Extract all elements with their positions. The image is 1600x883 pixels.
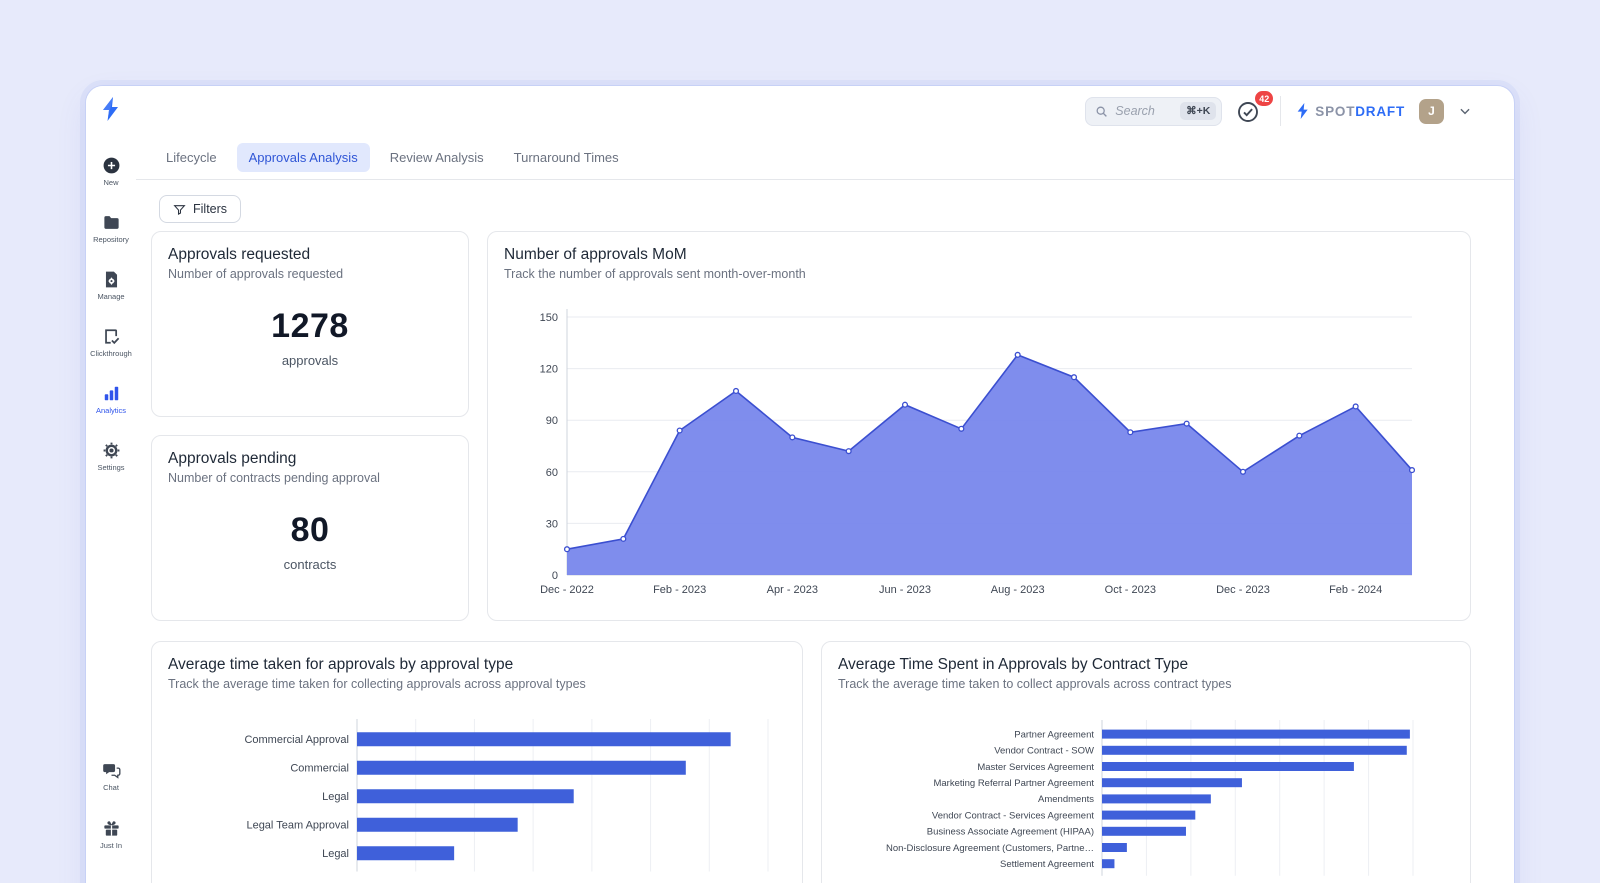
svg-text:Legal: Legal	[322, 791, 349, 803]
sidebar-item-repository[interactable]: Repository	[86, 213, 136, 244]
sidebar-item-settings[interactable]: Settings	[86, 441, 136, 472]
svg-text:Apr - 2023: Apr - 2023	[767, 584, 818, 596]
svg-text:Legal: Legal	[322, 848, 349, 860]
card-subtitle: Track the average time taken to collect …	[838, 677, 1454, 691]
sidebar-item-label: Clickthrough	[86, 349, 136, 358]
svg-text:Oct - 2023: Oct - 2023	[1105, 584, 1156, 596]
card-subtitle: Number of approvals requested	[168, 267, 452, 281]
sidebar-item-analytics[interactable]: Analytics	[86, 384, 136, 415]
svg-text:Commercial: Commercial	[290, 763, 349, 775]
analytics-tabs: Lifecycle Approvals Analysis Review Anal…	[136, 136, 1514, 180]
svg-text:Legal Team Approval: Legal Team Approval	[246, 820, 349, 832]
filters-button[interactable]: Filters	[159, 195, 241, 223]
user-avatar[interactable]: J	[1419, 99, 1444, 124]
sidebar-item-manage[interactable]: Manage	[86, 270, 136, 301]
svg-text:Commercial Approval: Commercial Approval	[244, 734, 349, 746]
approvals-notifications-button[interactable]: 42	[1236, 96, 1266, 126]
svg-text:90: 90	[546, 415, 558, 427]
sidebar-item-label: Chat	[86, 783, 136, 792]
gear-icon	[86, 441, 136, 460]
stat-unit: approvals	[168, 353, 452, 368]
svg-text:Business Associate Agreement (: Business Associate Agreement (HIPAA)	[927, 827, 1094, 838]
card-subtitle: Track the average time taken for collect…	[168, 677, 786, 691]
spotdraft-brand[interactable]: SPOTDRAFT	[1295, 101, 1405, 121]
sidebar-item-new[interactable]: New	[86, 156, 136, 187]
card-title: Average time taken for approvals by appr…	[168, 656, 786, 674]
svg-text:Vendor Contract - SOW: Vendor Contract - SOW	[994, 746, 1094, 757]
sidebar-item-label: Repository	[86, 235, 136, 244]
svg-text:Feb - 2024: Feb - 2024	[1329, 584, 1382, 596]
tab-review-analysis[interactable]: Review Analysis	[380, 143, 494, 172]
svg-text:Settlement Agreement: Settlement Agreement	[1000, 859, 1094, 870]
card-title: Approvals requested	[168, 246, 452, 264]
plus-circle-icon	[86, 156, 136, 175]
contract-type-card: Average Time Spent in Approvals by Contr…	[821, 641, 1471, 883]
contract-type-bar-chart: Partner Agreement Vendor Contract - SOW Ma…	[838, 701, 1456, 883]
card-subtitle: Number of contracts pending approval	[168, 471, 452, 485]
approvals-requested-card: Approvals requested Number of approvals …	[151, 231, 469, 417]
sidebar-item-label: Analytics	[86, 406, 136, 415]
filters-label: Filters	[193, 202, 227, 216]
svg-text:60: 60	[546, 467, 558, 479]
approval-type-card: Average time taken for approvals by appr…	[151, 641, 803, 883]
tab-turnaround-times[interactable]: Turnaround Times	[504, 143, 629, 172]
card-title: Number of approvals MoM	[504, 246, 1454, 264]
notification-count-badge: 42	[1255, 91, 1273, 106]
card-title: Average Time Spent in Approvals by Contr…	[838, 656, 1454, 674]
app-window: New Repository Manage Clickthrough Analy	[85, 85, 1515, 883]
bar-chart-icon	[86, 384, 136, 403]
svg-text:120: 120	[540, 364, 558, 376]
approvals-mom-card: Number of approvals MoM Track the number…	[487, 231, 1471, 621]
svg-text:Dec - 2022: Dec - 2022	[540, 584, 594, 596]
gift-icon	[86, 819, 136, 838]
sidebar: New Repository Manage Clickthrough Analy	[86, 86, 136, 883]
svg-text:Feb - 2023: Feb - 2023	[653, 584, 706, 596]
search-icon	[1095, 105, 1108, 118]
svg-text:Dec - 2023: Dec - 2023	[1216, 584, 1270, 596]
sidebar-item-label: New	[86, 178, 136, 187]
tab-approvals-analysis[interactable]: Approvals Analysis	[237, 143, 370, 172]
sidebar-item-clickthrough[interactable]: Clickthrough	[86, 327, 136, 358]
stat-value: 1278	[168, 307, 452, 346]
sidebar-item-just-in[interactable]: Just In	[86, 819, 136, 850]
svg-text:Partner Agreement: Partner Agreement	[1014, 729, 1094, 740]
sidebar-item-label: Manage	[86, 292, 136, 301]
svg-text:150: 150	[540, 312, 558, 324]
svg-text:0: 0	[552, 570, 558, 582]
folder-icon	[86, 213, 136, 232]
document-check-icon	[86, 327, 136, 346]
top-header: Search ⌘+K 42 SPOTDRAFT J	[136, 86, 1514, 136]
sidebar-item-chat[interactable]: Chat	[86, 761, 136, 792]
tab-lifecycle[interactable]: Lifecycle	[156, 143, 227, 172]
approvals-pending-card: Approvals pending Number of contracts pe…	[151, 435, 469, 621]
approvals-mom-area-chart: 0 30 60 90 120 150 Dec - 2022 Feb - 2023 Apr - 2…	[504, 291, 1456, 596]
chevron-down-icon[interactable]	[1458, 104, 1472, 118]
spotdraft-bolt-icon	[1295, 101, 1311, 121]
sidebar-item-label: Just In	[86, 841, 136, 850]
svg-text:Master Services Agreement: Master Services Agreement	[977, 762, 1094, 773]
document-gear-icon	[86, 270, 136, 289]
svg-text:Non-Disclosure Agreement (Cust: Non-Disclosure Agreement (Customers, Par…	[886, 843, 1094, 854]
svg-text:Jun - 2023: Jun - 2023	[879, 584, 931, 596]
search-shortcut-badge: ⌘+K	[1180, 102, 1216, 120]
stat-value: 80	[168, 511, 452, 550]
card-title: Approvals pending	[168, 450, 452, 468]
filter-funnel-icon	[173, 203, 186, 216]
approval-type-bar-chart: Commercial Approval Commercial Legal Legal …	[168, 701, 788, 883]
stat-unit: contracts	[168, 557, 452, 572]
header-divider	[1280, 96, 1281, 126]
svg-text:30: 30	[546, 518, 558, 530]
card-subtitle: Track the number of approvals sent month…	[504, 267, 1454, 281]
spotdraft-logo-icon[interactable]	[86, 96, 136, 127]
chat-icon	[86, 761, 136, 780]
search-placeholder: Search	[1115, 104, 1173, 118]
search-input[interactable]: Search ⌘+K	[1085, 97, 1222, 126]
svg-text:Marketing Referral Partner Agr: Marketing Referral Partner Agreement	[933, 778, 1094, 789]
svg-text:Amendments: Amendments	[1038, 794, 1094, 805]
sidebar-item-label: Settings	[86, 463, 136, 472]
brand-wordmark: SPOTDRAFT	[1315, 104, 1405, 119]
svg-text:Aug - 2023: Aug - 2023	[991, 584, 1045, 596]
svg-text:Vendor Contract - Services Agr: Vendor Contract - Services Agreement	[932, 810, 1094, 821]
